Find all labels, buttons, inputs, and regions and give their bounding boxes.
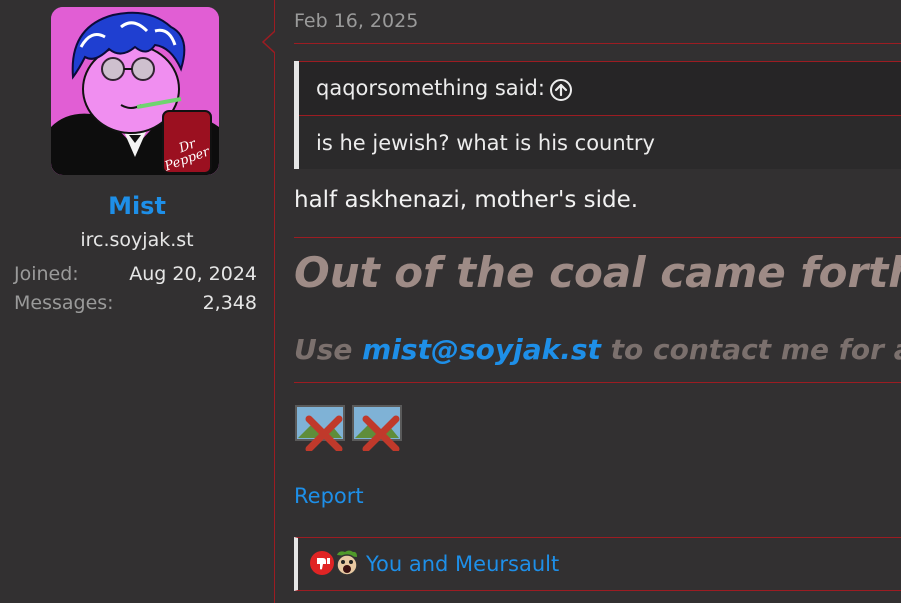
signature-divider [294, 237, 901, 238]
message-text: half askhenazi, mother's side. [294, 187, 639, 213]
user-sidebar: Dr Pepper Mist irc.soyjak.st Joined: Aug… [0, 0, 274, 603]
broken-image-icon [295, 405, 345, 451]
divider-line [294, 43, 901, 44]
thumbs-down-icon[interactable] [309, 549, 335, 577]
quote-block: qaqorsomething said: is he jewish? what … [294, 61, 901, 169]
stat-value: 2,348 [202, 292, 257, 314]
signature-prefix: Use [294, 333, 363, 366]
user-title: irc.soyjak.st [80, 229, 194, 251]
post-main: Feb 16, 2025 qaqorsomething said: is he … [275, 0, 901, 603]
stat-value: Aug 20, 2024 [129, 263, 257, 285]
quote-text: is he jewish? what is his country [316, 131, 655, 155]
arrow-circle-up-icon[interactable] [549, 78, 573, 102]
broken-image-icon [352, 405, 402, 451]
stat-joined: Joined: Aug 20, 2024 [14, 263, 257, 289]
stat-messages: Messages: 2,348 [14, 292, 257, 318]
report-link[interactable]: Report [294, 484, 364, 508]
avatar-image: Dr Pepper [51, 7, 219, 175]
quote-author[interactable]: qaqorsomething said: [316, 76, 545, 100]
post-arrow-icon [262, 31, 275, 53]
soyjak-icon[interactable] [333, 549, 359, 577]
email-link[interactable]: mist@soyjak.st [362, 333, 601, 366]
post-date[interactable]: Feb 16, 2025 [294, 10, 418, 32]
signature-suffix: to contact me for any [610, 333, 901, 366]
stat-label: Joined: [14, 263, 79, 285]
reactions-bar: You and Meursault [294, 537, 901, 591]
reaction-users[interactable]: You and Meursault [366, 552, 559, 576]
signature-line-2: Use mist@soyjak.st to contact me for any [294, 333, 901, 366]
stat-label: Messages: [14, 292, 114, 314]
divider-line [294, 382, 901, 383]
avatar[interactable]: Dr Pepper [51, 7, 219, 175]
forum-post: Dr Pepper Mist irc.soyjak.st Joined: Aug… [0, 0, 901, 603]
signature-line-1: Out of the coal came forth sw [294, 248, 901, 297]
quote-header: qaqorsomething said: [299, 61, 901, 116]
username[interactable]: Mist [0, 192, 274, 220]
